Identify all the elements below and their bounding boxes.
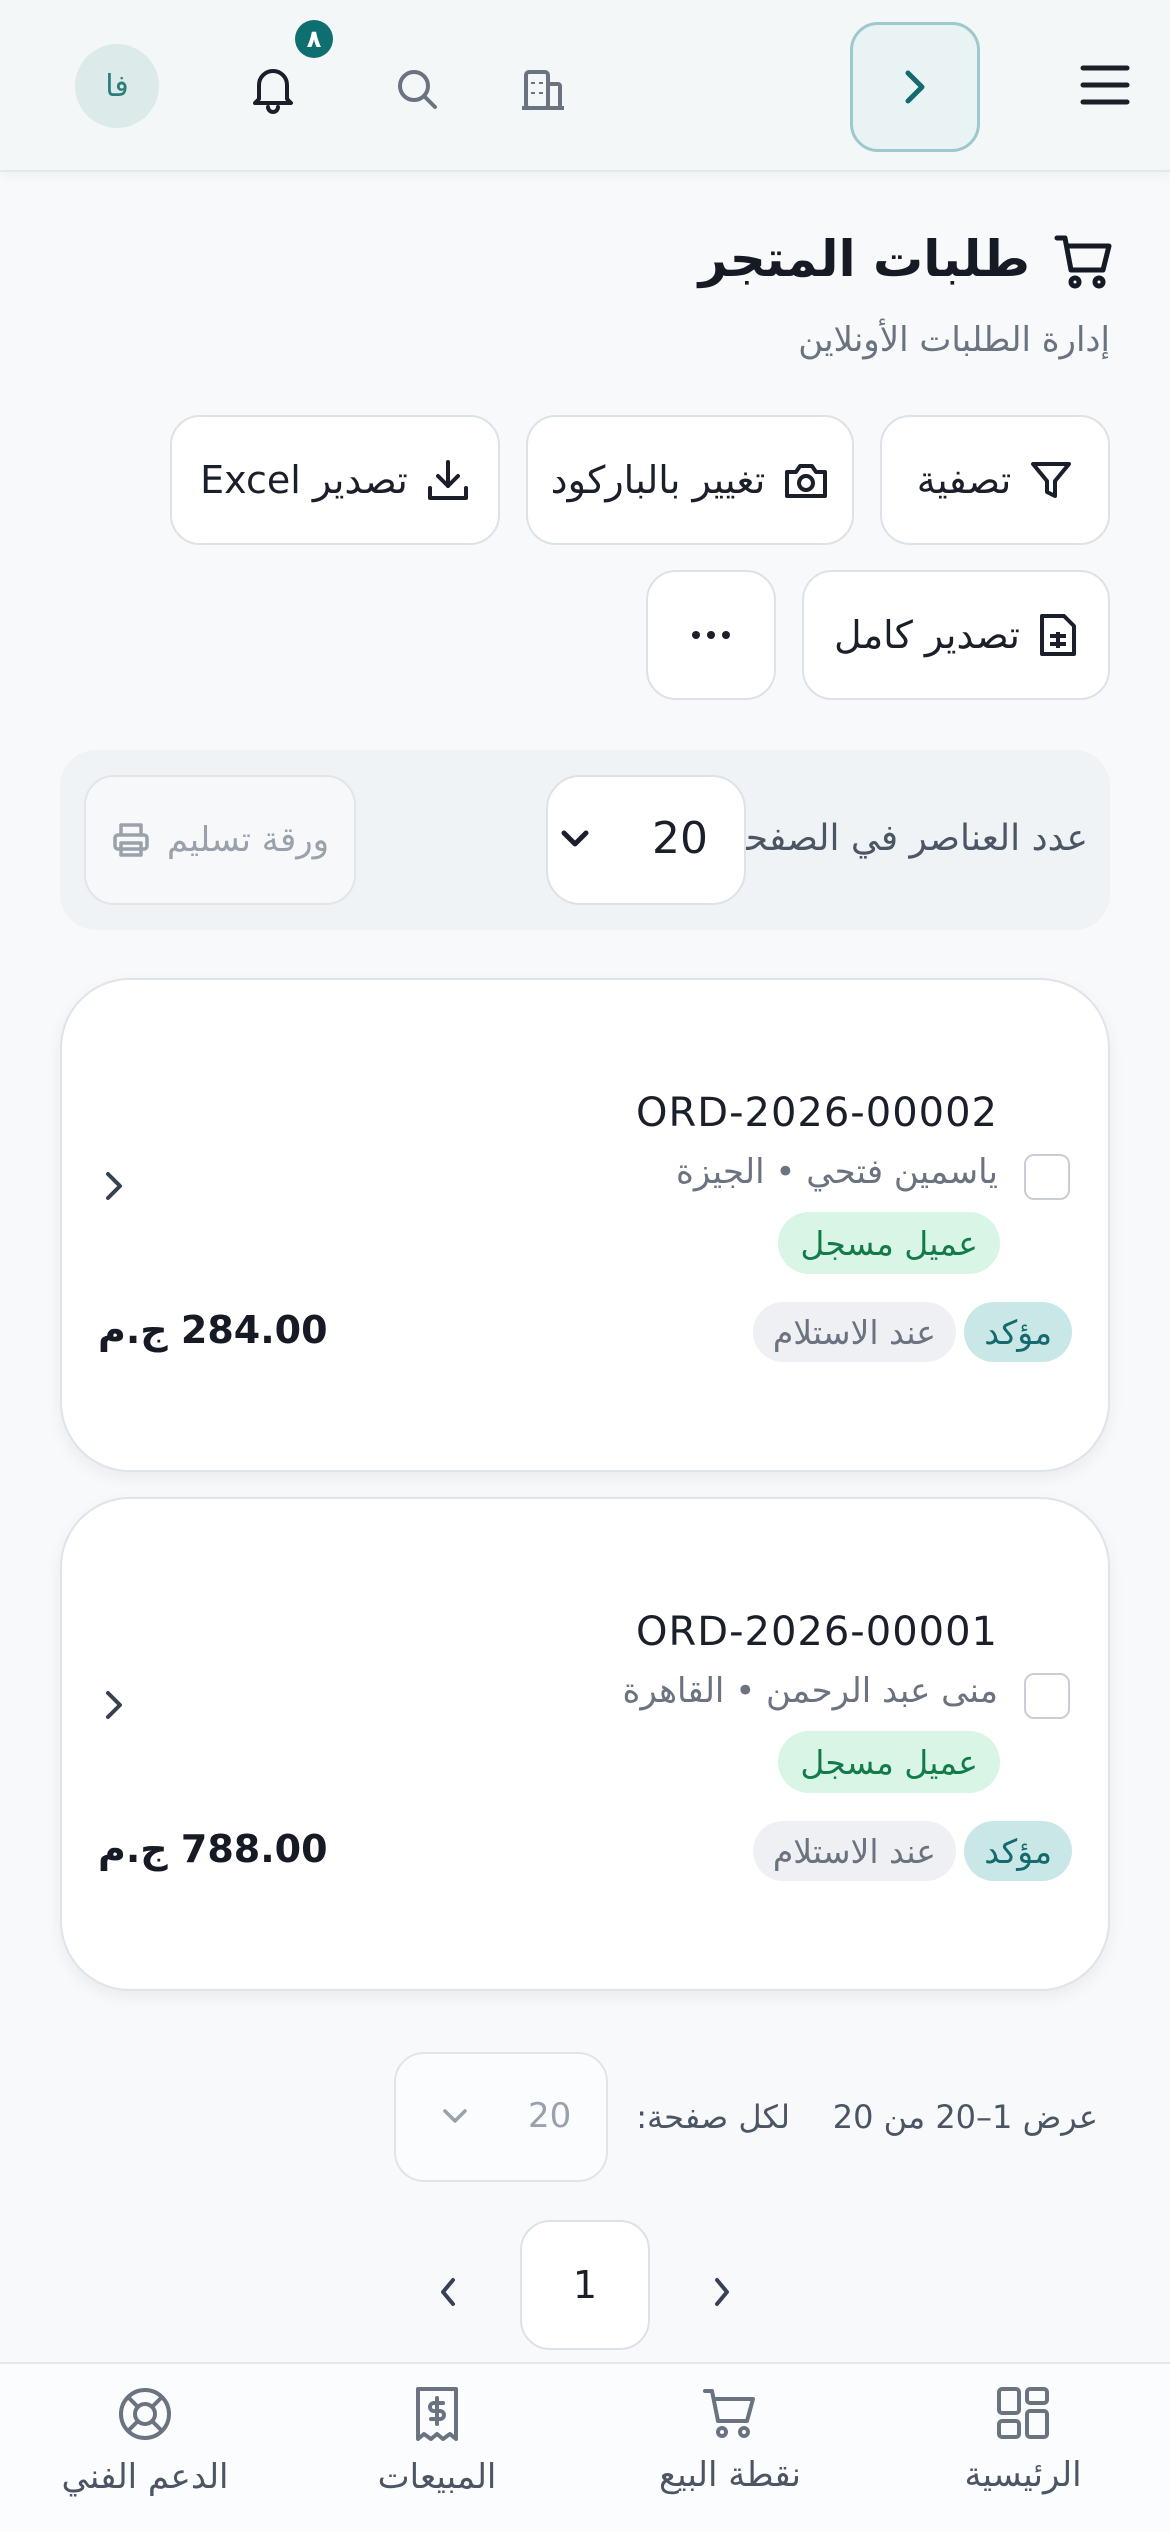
chevron-left-icon [437, 2274, 459, 2310]
hamburger-menu-icon [1079, 63, 1131, 107]
order-select-checkbox[interactable] [1024, 1154, 1070, 1200]
payment-method-badge: عند الاستلام [752, 1821, 956, 1881]
order-number: ORD-2026-00001 [636, 1609, 998, 1655]
nav-item-home[interactable]: الرئيسية [893, 2385, 1153, 2515]
page-size-value: 20 [652, 813, 708, 864]
search-button[interactable] [372, 44, 462, 134]
status-badge: مؤكد [964, 1302, 1072, 1362]
page-title: طلبات المتجر [698, 230, 1030, 288]
page-subtitle: إدارة الطلبات الأونلاين [798, 320, 1110, 360]
per-page-select[interactable]: 20 [394, 2052, 608, 2182]
chevron-down-icon [440, 2106, 470, 2126]
delivery-slip-label: ورقة تسليم [166, 820, 330, 860]
notification-count-badge: ٨ [295, 20, 333, 58]
nav-support-label: الدعم الفني [61, 2457, 229, 2497]
order-card[interactable]: ORD-2026-00001 منى عبد الرحمن • القاهرة … [60, 1497, 1110, 1991]
receipt-icon [412, 2385, 462, 2443]
filter-button[interactable]: تصفية [880, 415, 1110, 545]
order-total: 788.00 ج.م [98, 1827, 328, 1871]
nav-item-support[interactable]: الدعم الفني [15, 2385, 275, 2515]
more-dots-icon [691, 630, 731, 640]
chevron-down-icon [558, 827, 592, 851]
chevron-icon[interactable] [102, 1685, 126, 1725]
download-icon [426, 458, 470, 502]
export-excel-label: تصدير Excel [200, 458, 408, 502]
search-icon [394, 66, 440, 112]
spreadsheet-file-icon [1038, 612, 1078, 658]
avatar[interactable]: فا [75, 44, 159, 128]
current-page-button[interactable]: 1 [520, 2220, 650, 2350]
customer-type-badge: عميل مسجل [778, 1212, 1000, 1274]
page-size-label: عدد العناصر في الصفحة: [714, 818, 1088, 859]
page-size-select[interactable]: 20 [546, 775, 746, 905]
order-number: ORD-2026-00002 [636, 1090, 998, 1136]
per-page-value: 20 [528, 2096, 572, 2136]
status-badge: مؤكد [964, 1821, 1072, 1881]
order-card[interactable]: ORD-2026-00002 ياسمين فتحي • الجيزة عميل… [60, 978, 1110, 1472]
nav-item-sales[interactable]: المبيعات [307, 2385, 567, 2515]
filter-label: تصفية [916, 458, 1012, 502]
cart-icon [1053, 232, 1115, 292]
more-actions-button[interactable] [646, 570, 776, 700]
printer-icon [111, 821, 151, 859]
nav-pos-label: نقطة البيع [659, 2455, 802, 2495]
bell-icon [249, 63, 297, 115]
payment-method-badge: عند الاستلام [752, 1302, 956, 1362]
order-customer: منى عبد الرحمن • القاهرة [622, 1671, 998, 1711]
camera-icon [783, 460, 829, 500]
dashboard-grid-icon [995, 2385, 1051, 2441]
pagination-info: عرض 1–20 من 20 [832, 2098, 1098, 2136]
order-select-checkbox[interactable] [1024, 1673, 1070, 1719]
nav-item-pos[interactable]: نقطة البيع [600, 2385, 860, 2515]
lifebuoy-icon [116, 2385, 174, 2443]
chevron-right-icon [711, 2274, 733, 2310]
nav-sales-label: المبيعات [377, 2457, 497, 2497]
chevron-icon[interactable] [102, 1166, 126, 1206]
order-total: 284.00 ج.م [98, 1308, 328, 1352]
chevron-right-icon [902, 67, 928, 107]
customer-type-badge: عميل مسجل [778, 1731, 1000, 1793]
order-customer: ياسمين فتحي • الجيزة [676, 1152, 998, 1192]
filter-icon [1029, 458, 1073, 502]
previous-page-button[interactable] [418, 2262, 478, 2322]
export-excel-button[interactable]: تصدير Excel [170, 415, 500, 545]
delivery-slip-button[interactable]: ورقة تسليم [84, 775, 356, 905]
barcode-change-label: تغيير بالباركود [550, 458, 766, 502]
cart-icon [701, 2385, 759, 2441]
branch-button[interactable] [498, 44, 588, 134]
building-icon [518, 64, 568, 114]
next-page-button[interactable] [692, 2262, 752, 2322]
full-export-button[interactable]: تصدير كامل [802, 570, 1110, 700]
barcode-change-button[interactable]: تغيير بالباركود [526, 415, 854, 545]
menu-button[interactable] [1060, 40, 1150, 130]
nav-home-label: الرئيسية [964, 2455, 1082, 2495]
per-page-label: لكل صفحة: [636, 2098, 790, 2136]
full-export-label: تصدير كامل [834, 613, 1020, 657]
notifications-button[interactable] [228, 44, 318, 134]
back-button[interactable] [850, 22, 980, 152]
